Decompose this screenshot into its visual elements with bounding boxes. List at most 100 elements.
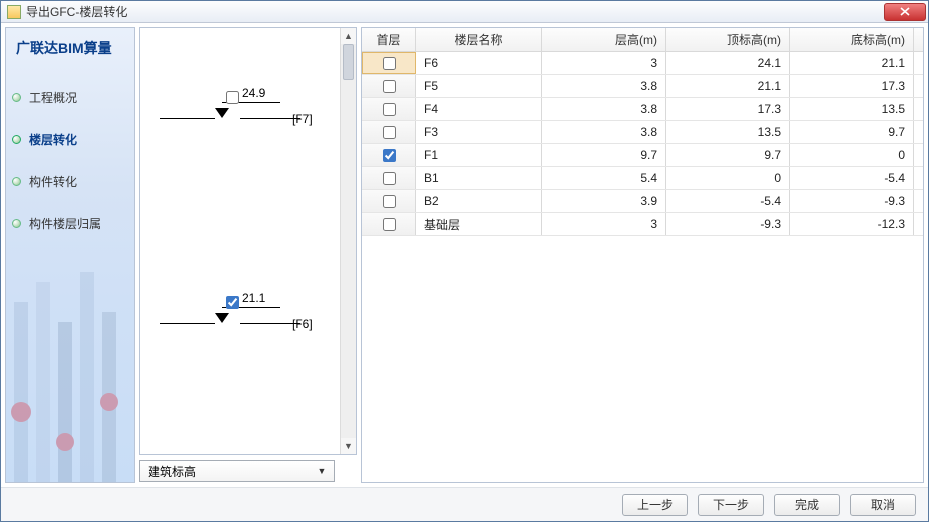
cell-name: F5 (416, 75, 542, 97)
sidebar-item-overview[interactable]: 工程概况 (12, 76, 128, 118)
cell-first (362, 144, 416, 166)
cell-bottom: 13.5 (790, 98, 914, 120)
sidebar-item-component-floor[interactable]: 构件楼层归属 (12, 202, 128, 244)
th-bottom: 底标高(m) (790, 28, 914, 51)
cell-name: 基础层 (416, 213, 542, 235)
table-row[interactable]: F6324.121.1 (362, 52, 923, 75)
cell-name: F4 (416, 98, 542, 120)
elevation-checkbox[interactable] (226, 296, 239, 309)
cell-top: 13.5 (666, 121, 790, 143)
sidebar-item-floor-convert[interactable]: 楼层转化 (12, 118, 128, 160)
elevation-checkbox[interactable] (226, 91, 239, 104)
cancel-button[interactable]: 取消 (850, 494, 916, 516)
cell-bottom: -5.4 (790, 167, 914, 189)
cell-height: 9.7 (542, 144, 666, 166)
scroll-thumb[interactable] (343, 44, 354, 80)
cell-height: 3.8 (542, 121, 666, 143)
elevation-floor-label: [F7] (292, 112, 313, 126)
prev-button[interactable]: 上一步 (622, 494, 688, 516)
first-floor-checkbox[interactable] (383, 195, 396, 208)
cell-height: 3 (542, 213, 666, 235)
cell-top: 17.3 (666, 98, 790, 120)
elevation-type-select[interactable]: 建筑标高 ▼ (139, 460, 335, 482)
chevron-down-icon: ▼ (314, 466, 330, 476)
preview-scrollbar[interactable]: ▲ ▼ (340, 28, 356, 454)
footer: 上一步 下一步 完成 取消 (1, 487, 928, 521)
next-button[interactable]: 下一步 (698, 494, 764, 516)
cell-top: 0 (666, 167, 790, 189)
first-floor-checkbox[interactable] (383, 80, 396, 93)
cell-bottom: 0 (790, 144, 914, 166)
th-name: 楼层名称 (416, 28, 542, 51)
cell-first (362, 121, 416, 143)
cell-height: 3.8 (542, 98, 666, 120)
finish-button[interactable]: 完成 (774, 494, 840, 516)
cell-height: 3 (542, 52, 666, 74)
nav-list: 工程概况 楼层转化 构件转化 构件楼层归属 (6, 76, 134, 244)
cell-height: 3.9 (542, 190, 666, 212)
cell-height: 5.4 (542, 167, 666, 189)
th-first: 首层 (362, 28, 416, 51)
bullet-icon (12, 219, 21, 228)
cell-bottom: 9.7 (790, 121, 914, 143)
window: 导出GFC-楼层转化 广联达BIM算量 工程概况 楼层转化 构件转化 (0, 0, 929, 522)
table-row[interactable]: F53.821.117.3 (362, 75, 923, 98)
cell-bottom: -9.3 (790, 190, 914, 212)
sidebar-item-label: 构件楼层归属 (29, 215, 101, 232)
main-content: 广联达BIM算量 工程概况 楼层转化 构件转化 构件楼层归属 (1, 23, 928, 487)
cell-top: -9.3 (666, 213, 790, 235)
scroll-down-icon[interactable]: ▼ (341, 438, 356, 454)
table-row[interactable]: B15.40-5.4 (362, 167, 923, 190)
cell-first (362, 167, 416, 189)
cell-bottom: 17.3 (790, 75, 914, 97)
scroll-track[interactable] (341, 44, 356, 438)
first-floor-checkbox[interactable] (383, 172, 396, 185)
combo-row: 建筑标高 ▼ (139, 459, 357, 483)
cell-first (362, 213, 416, 235)
table-header: 首层 楼层名称 层高(m) 顶标高(m) 底标高(m) (362, 28, 923, 52)
table-row[interactable]: F19.79.70 (362, 144, 923, 167)
sidebar-title: 广联达BIM算量 (6, 28, 134, 76)
elevation-floor-label: [F6] (292, 317, 313, 331)
sidebar-item-label: 楼层转化 (29, 131, 77, 148)
cell-bottom: 21.1 (790, 52, 914, 74)
combo-value: 建筑标高 (148, 463, 196, 480)
cell-first (362, 52, 416, 74)
first-floor-checkbox[interactable] (383, 126, 396, 139)
cell-name: B2 (416, 190, 542, 212)
first-floor-checkbox[interactable] (383, 149, 396, 162)
close-button[interactable] (884, 3, 926, 21)
first-floor-checkbox[interactable] (383, 218, 396, 231)
elevation-value: 21.1 (242, 291, 265, 305)
cell-top: 9.7 (666, 144, 790, 166)
table-row[interactable]: 基础层3-9.3-12.3 (362, 213, 923, 236)
cell-first (362, 190, 416, 212)
cell-top: 24.1 (666, 52, 790, 74)
cell-top: -5.4 (666, 190, 790, 212)
first-floor-checkbox[interactable] (383, 103, 396, 116)
scroll-up-icon[interactable]: ▲ (341, 28, 356, 44)
floor-table: 首层 楼层名称 层高(m) 顶标高(m) 底标高(m) F6324.121.1F… (361, 27, 924, 483)
sidebar-item-component-convert[interactable]: 构件转化 (12, 160, 128, 202)
bullet-icon (12, 93, 21, 102)
table-row[interactable]: F33.813.59.7 (362, 121, 923, 144)
cell-height: 3.8 (542, 75, 666, 97)
app-icon (7, 5, 21, 19)
titlebar: 导出GFC-楼层转化 (1, 1, 928, 23)
th-top: 顶标高(m) (666, 28, 790, 51)
window-title: 导出GFC-楼层转化 (26, 3, 884, 20)
cell-top: 21.1 (666, 75, 790, 97)
cell-name: F1 (416, 144, 542, 166)
bullet-icon (12, 135, 21, 144)
preview-column: 24.9 [F7] 21.1 [F6] ▲ ▼ 建筑标高 ▼ (139, 27, 357, 483)
elevation-value: 24.9 (242, 86, 265, 100)
first-floor-checkbox[interactable] (383, 57, 396, 70)
elevation-preview: 24.9 [F7] 21.1 [F6] ▲ ▼ (139, 27, 357, 455)
cell-name: F3 (416, 121, 542, 143)
sidebar-item-label: 构件转化 (29, 173, 77, 190)
decorative-pipes (6, 262, 135, 482)
table-row[interactable]: F43.817.313.5 (362, 98, 923, 121)
table-row[interactable]: B23.9-5.4-9.3 (362, 190, 923, 213)
sidebar: 广联达BIM算量 工程概况 楼层转化 构件转化 构件楼层归属 (5, 27, 135, 483)
cell-bottom: -12.3 (790, 213, 914, 235)
